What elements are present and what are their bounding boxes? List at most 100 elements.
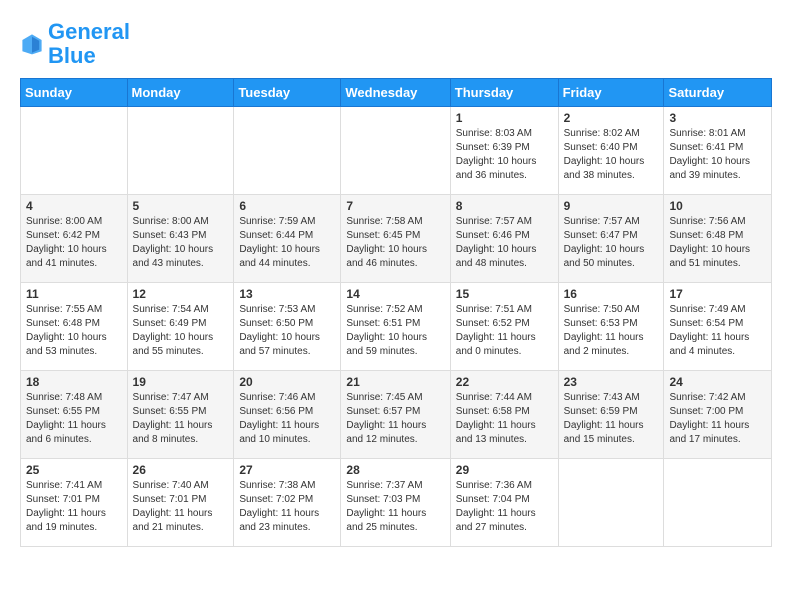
logo-blue: Blue [48,43,96,68]
day-number: 12 [133,287,229,301]
day-number: 13 [239,287,335,301]
logo: General Blue [20,20,130,68]
day-cell: 27 Sunrise: 7:38 AMSunset: 7:02 PMDayligh… [234,459,341,547]
day-info: Sunrise: 8:03 AMSunset: 6:39 PMDaylight:… [456,127,553,183]
day-cell: 3Sunrise: 8:01 AMSunset: 6:41 PMDaylight… [664,107,772,195]
day-info: Sunrise: 7:38 AMSunset: 7:02 PMDaylight:… [239,479,335,535]
day-info: Sunrise: 7:52 AMSunset: 6:51 PMDaylight:… [346,303,444,359]
week-row-4: 18 Sunrise: 7:48 AMSunset: 6:55 PMDayligh… [21,371,772,459]
day-number: 5 [133,199,229,213]
day-info: Sunrise: 7:59 AMSunset: 6:44 PMDaylight:… [239,215,335,271]
week-row-3: 11 Sunrise: 7:55 AMSunset: 6:48 PMDayligh… [21,283,772,371]
day-cell: 22 Sunrise: 7:44 AMSunset: 6:58 PMDayligh… [450,371,558,459]
day-info: Sunrise: 7:45 AMSunset: 6:57 PMDaylight:… [346,391,444,447]
day-number: 6 [239,199,335,213]
day-info: Sunrise: 7:40 AMSunset: 7:01 PMDaylight:… [133,479,229,535]
day-cell: 12 Sunrise: 7:54 AMSunset: 6:49 PMDayligh… [127,283,234,371]
day-info: Sunrise: 8:00 AMSunset: 6:43 PMDaylight:… [133,215,229,271]
day-info: Sunrise: 7:50 AMSunset: 6:53 PMDaylight:… [564,303,659,359]
day-cell: 1 Sunrise: 8:03 AMSunset: 6:39 PMDaylight… [450,107,558,195]
day-number: 10 [669,199,766,213]
day-number: 1 [456,111,553,125]
day-info: Sunrise: 8:02 AMSunset: 6:40 PMDaylight:… [564,127,659,183]
logo-general: General [48,19,130,44]
day-cell: 15Sunrise: 7:51 AMSunset: 6:52 PMDayligh… [450,283,558,371]
week-row-1: 1 Sunrise: 8:03 AMSunset: 6:39 PMDaylight… [21,107,772,195]
day-number: 17 [669,287,766,301]
day-cell: 28 Sunrise: 7:37 AMSunset: 7:03 PMDayligh… [341,459,450,547]
day-info: Sunrise: 7:36 AMSunset: 7:04 PMDaylight:… [456,479,553,535]
day-cell: 24 Sunrise: 7:42 AMSunset: 7:00 PMDayligh… [664,371,772,459]
day-info: Sunrise: 8:01 AMSunset: 6:41 PMDaylight:… [669,127,766,183]
day-info: Sunrise: 7:44 AMSunset: 6:58 PMDaylight:… [456,391,553,447]
week-row-5: 25 Sunrise: 7:41 AMSunset: 7:01 PMDayligh… [21,459,772,547]
day-cell: 18 Sunrise: 7:48 AMSunset: 6:55 PMDayligh… [21,371,128,459]
day-cell: 21 Sunrise: 7:45 AMSunset: 6:57 PMDayligh… [341,371,450,459]
day-number: 11 [26,287,122,301]
day-info: Sunrise: 7:42 AMSunset: 7:00 PMDaylight:… [669,391,766,447]
day-cell: 7 Sunrise: 7:58 AMSunset: 6:45 PMDaylight… [341,195,450,283]
day-cell: 5 Sunrise: 8:00 AMSunset: 6:43 PMDaylight… [127,195,234,283]
day-number: 9 [564,199,659,213]
day-number: 22 [456,375,553,389]
day-number: 19 [133,375,229,389]
day-number: 21 [346,375,444,389]
day-cell: 4Sunrise: 8:00 AMSunset: 6:42 PMDaylight… [21,195,128,283]
day-number: 25 [26,463,122,477]
day-cell: 16Sunrise: 7:50 AMSunset: 6:53 PMDayligh… [558,283,664,371]
day-cell: 29 Sunrise: 7:36 AMSunset: 7:04 PMDayligh… [450,459,558,547]
logo-icon [20,32,44,56]
day-number: 29 [456,463,553,477]
day-info: Sunrise: 7:47 AMSunset: 6:55 PMDaylight:… [133,391,229,447]
day-cell: 20 Sunrise: 7:46 AMSunset: 6:56 PMDayligh… [234,371,341,459]
week-row-2: 4Sunrise: 8:00 AMSunset: 6:42 PMDaylight… [21,195,772,283]
day-cell [234,107,341,195]
day-number: 24 [669,375,766,389]
day-cell [127,107,234,195]
day-number: 28 [346,463,444,477]
day-number: 14 [346,287,444,301]
weekday-header-tuesday: Tuesday [234,79,341,107]
day-number: 8 [456,199,553,213]
day-info: Sunrise: 7:58 AMSunset: 6:45 PMDaylight:… [346,215,444,271]
day-info: Sunrise: 7:49 AMSunset: 6:54 PMDaylight:… [669,303,766,359]
day-info: Sunrise: 7:54 AMSunset: 6:49 PMDaylight:… [133,303,229,359]
weekday-header-saturday: Saturday [664,79,772,107]
logo-text: General Blue [48,20,130,68]
day-cell: 26 Sunrise: 7:40 AMSunset: 7:01 PMDayligh… [127,459,234,547]
day-cell: 8 Sunrise: 7:57 AMSunset: 6:46 PMDaylight… [450,195,558,283]
day-cell [341,107,450,195]
day-cell: 23Sunrise: 7:43 AMSunset: 6:59 PMDayligh… [558,371,664,459]
weekday-header-wednesday: Wednesday [341,79,450,107]
day-cell: 10 Sunrise: 7:56 AMSunset: 6:48 PMDayligh… [664,195,772,283]
day-number: 18 [26,375,122,389]
day-info: Sunrise: 7:53 AMSunset: 6:50 PMDaylight:… [239,303,335,359]
day-cell [558,459,664,547]
day-cell [664,459,772,547]
day-info: Sunrise: 7:46 AMSunset: 6:56 PMDaylight:… [239,391,335,447]
day-cell: 6 Sunrise: 7:59 AMSunset: 6:44 PMDaylight… [234,195,341,283]
day-number: 4 [26,199,122,213]
day-info: Sunrise: 7:37 AMSunset: 7:03 PMDaylight:… [346,479,444,535]
header: General Blue [20,20,772,68]
day-info: Sunrise: 7:55 AMSunset: 6:48 PMDaylight:… [26,303,122,359]
day-number: 20 [239,375,335,389]
day-number: 7 [346,199,444,213]
day-info: Sunrise: 7:57 AMSunset: 6:46 PMDaylight:… [456,215,553,271]
weekday-header-friday: Friday [558,79,664,107]
day-cell: 2Sunrise: 8:02 AMSunset: 6:40 PMDaylight… [558,107,664,195]
day-info: Sunrise: 7:56 AMSunset: 6:48 PMDaylight:… [669,215,766,271]
day-number: 23 [564,375,659,389]
day-info: Sunrise: 7:48 AMSunset: 6:55 PMDaylight:… [26,391,122,447]
day-cell: 11 Sunrise: 7:55 AMSunset: 6:48 PMDayligh… [21,283,128,371]
day-cell: 17 Sunrise: 7:49 AMSunset: 6:54 PMDayligh… [664,283,772,371]
day-cell: 19 Sunrise: 7:47 AMSunset: 6:55 PMDayligh… [127,371,234,459]
day-number: 27 [239,463,335,477]
weekday-header-monday: Monday [127,79,234,107]
day-cell: 25 Sunrise: 7:41 AMSunset: 7:01 PMDayligh… [21,459,128,547]
day-cell: 13 Sunrise: 7:53 AMSunset: 6:50 PMDayligh… [234,283,341,371]
day-cell [21,107,128,195]
weekday-header-sunday: Sunday [21,79,128,107]
day-info: Sunrise: 7:41 AMSunset: 7:01 PMDaylight:… [26,479,122,535]
day-number: 26 [133,463,229,477]
